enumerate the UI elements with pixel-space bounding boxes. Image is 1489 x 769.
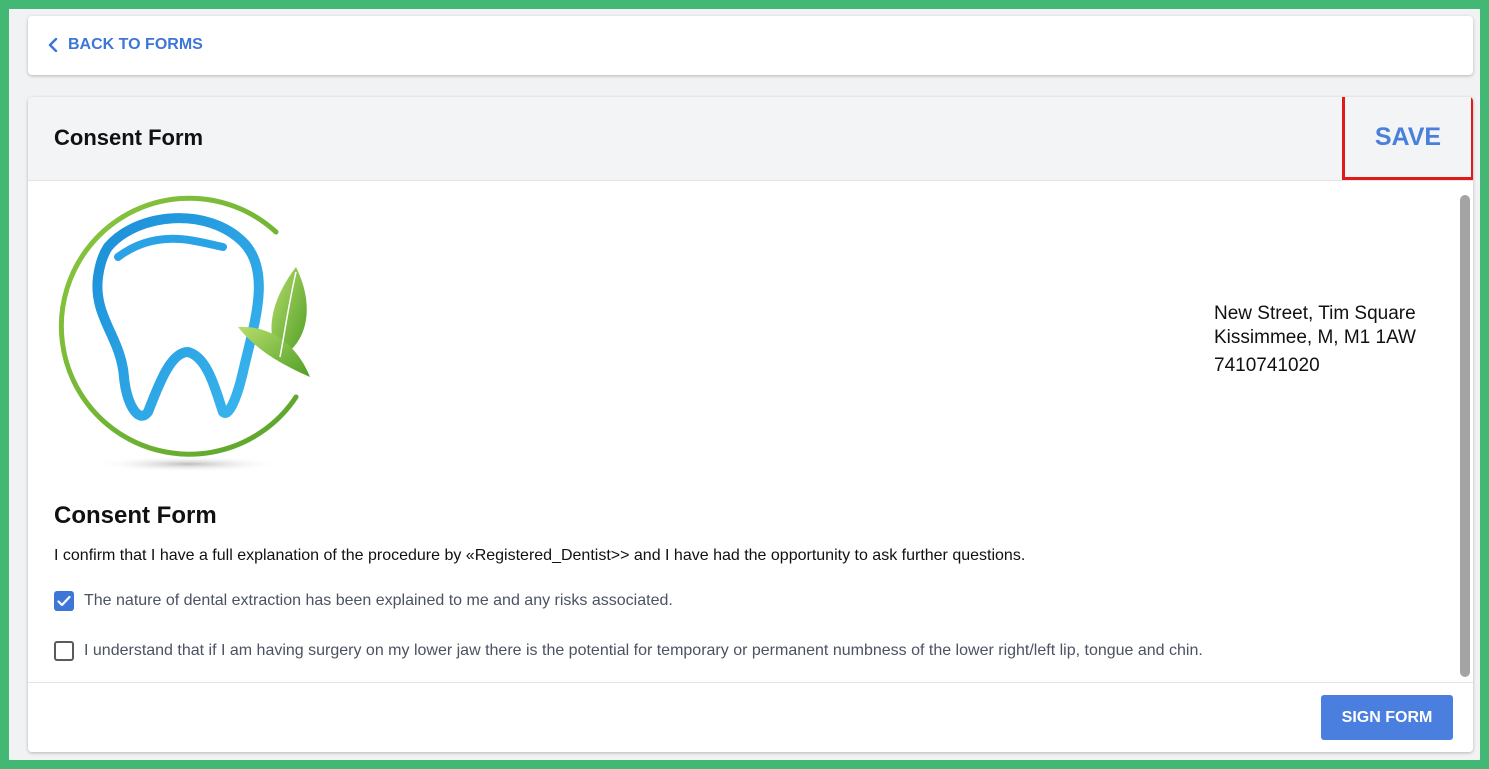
practice-address: New Street, Tim Square Kissimmee, M, M1 … xyxy=(1214,302,1416,378)
check-label: I understand that if I am having surgery… xyxy=(84,642,1203,659)
consent-form-card: Consent Form SAVE New Street, Tim Square… xyxy=(28,97,1473,752)
dental-logo xyxy=(58,195,310,472)
address-line-1: New Street, Tim Square xyxy=(1214,303,1416,324)
back-to-forms-label: BACK TO FORMS xyxy=(68,36,203,53)
consent-check-row[interactable]: I understand that if I am having surgery… xyxy=(54,641,1203,661)
address-line-2: Kissimmee, M, M1 1AW xyxy=(1214,327,1416,348)
checkbox-unchecked[interactable] xyxy=(54,641,74,661)
sign-form-button[interactable]: SIGN FORM xyxy=(1321,695,1453,740)
back-navigation-bar: BACK TO FORMS xyxy=(28,16,1473,75)
consent-check-row[interactable]: The nature of dental extraction has been… xyxy=(54,591,673,611)
form-footer: SIGN FORM xyxy=(28,682,1473,752)
chevron-left-icon xyxy=(48,38,58,52)
check-label: The nature of dental extraction has been… xyxy=(84,592,673,609)
phone-number: 7410741020 xyxy=(1214,355,1320,376)
checkbox-checked[interactable] xyxy=(54,591,74,611)
content-title: Consent Form xyxy=(54,502,217,529)
checkmark-icon xyxy=(57,595,71,607)
form-header: Consent Form SAVE xyxy=(28,97,1473,181)
form-title: Consent Form xyxy=(54,125,204,150)
save-button[interactable]: SAVE xyxy=(1342,97,1473,180)
vertical-scrollbar[interactable] xyxy=(1460,195,1470,677)
back-to-forms-link[interactable]: BACK TO FORMS xyxy=(48,36,203,54)
form-content[interactable]: New Street, Tim Square Kissimmee, M, M1 … xyxy=(28,182,1473,682)
intro-text: I confirm that I have a full explanation… xyxy=(54,547,1026,564)
